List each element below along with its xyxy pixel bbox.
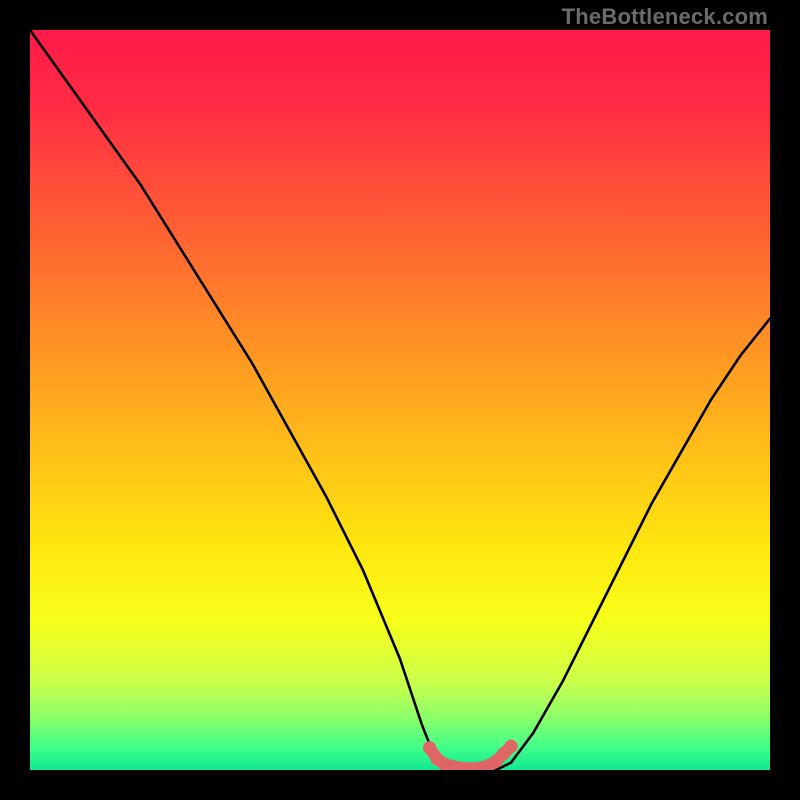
plot-area	[30, 30, 770, 770]
right-curve	[511, 319, 770, 763]
outer-frame: TheBottleneck.com	[0, 0, 800, 800]
bottom-marker-dot	[423, 741, 436, 754]
bottom-marker-dot	[504, 740, 517, 753]
watermark-text: TheBottleneck.com	[562, 4, 768, 30]
left-curve	[30, 30, 437, 763]
curve-layer	[30, 30, 770, 770]
